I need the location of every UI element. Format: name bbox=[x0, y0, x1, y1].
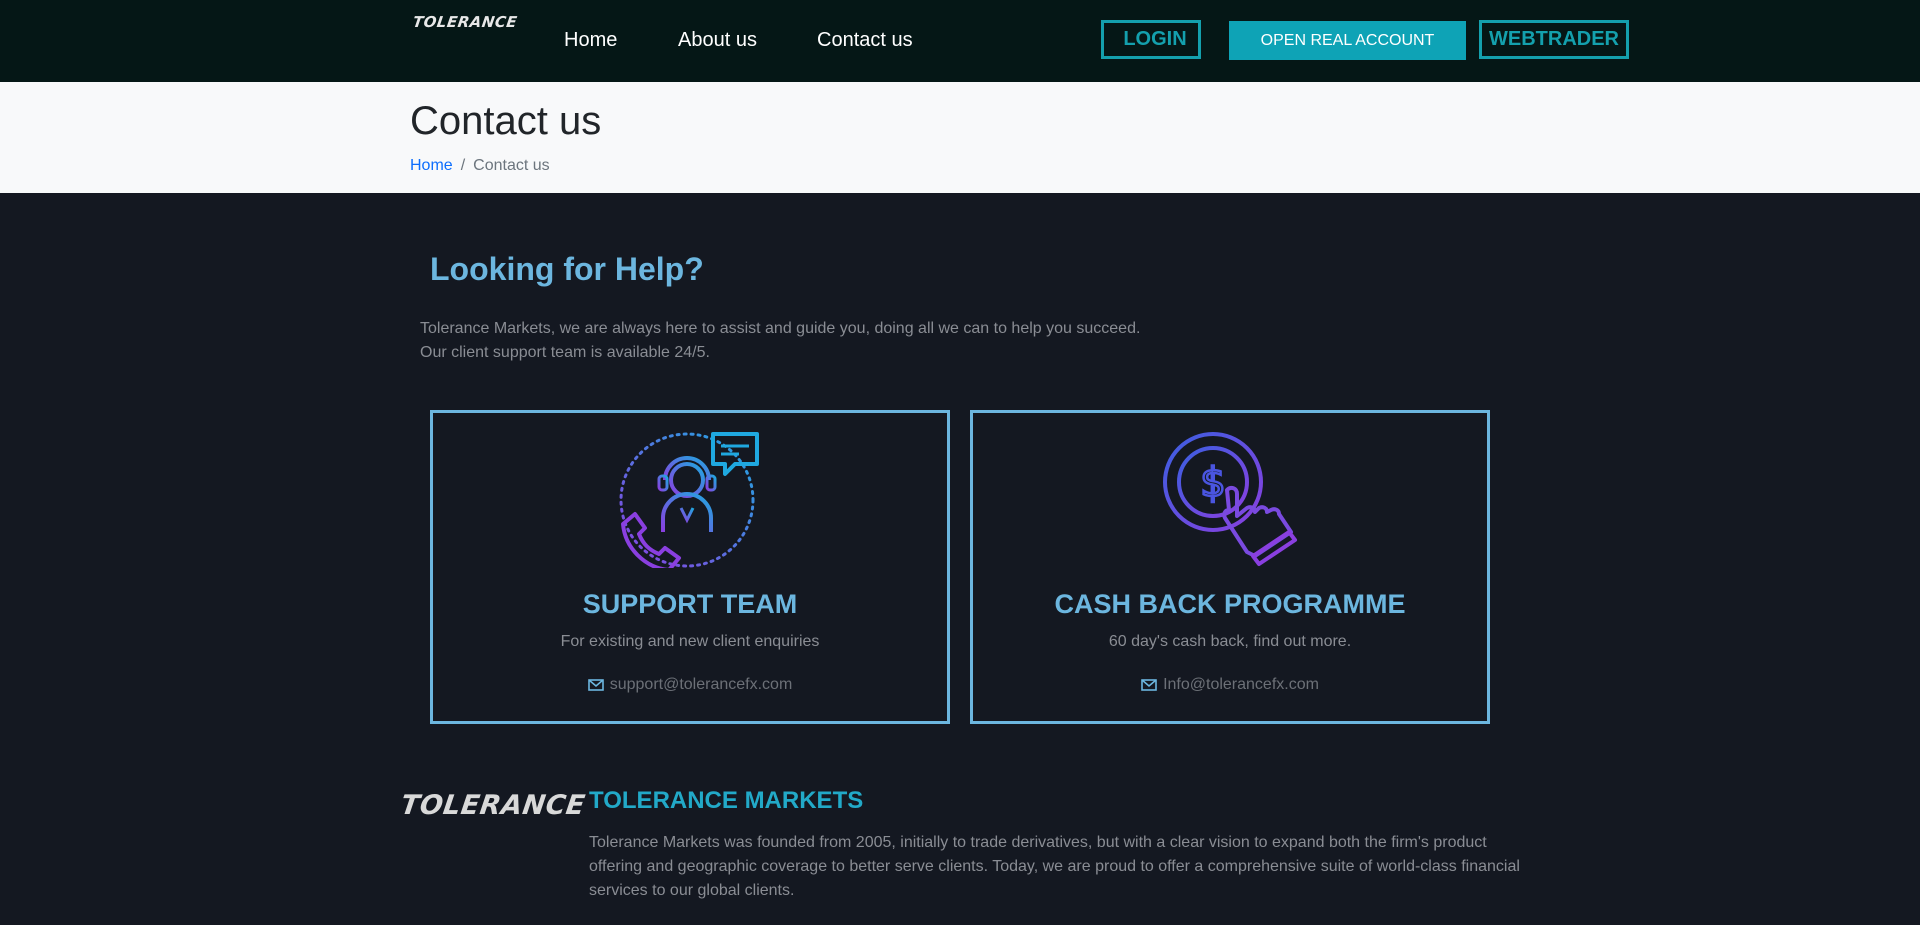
login-button[interactable]: LOGIN bbox=[1101, 20, 1201, 59]
support-team-card: SUPPORT TEAM For existing and new client… bbox=[430, 410, 950, 724]
footer-brand-logo: TOLERANCE bbox=[398, 790, 588, 821]
card-email-row: support@tolerancefx.com bbox=[433, 676, 947, 694]
breadcrumb: Home / Contact us bbox=[410, 157, 550, 175]
breadcrumb-home-link[interactable]: Home bbox=[410, 157, 453, 175]
card-title: CASH BACK PROGRAMME bbox=[1054, 589, 1406, 619]
brand-logo[interactable]: TOLERANCE bbox=[412, 13, 519, 31]
card-subtitle: 60 day's cash back, find out more. bbox=[1108, 633, 1352, 650]
envelope-icon bbox=[587, 679, 604, 691]
support-agent-icon bbox=[619, 432, 759, 568]
cashback-icon: $ bbox=[1163, 432, 1297, 566]
top-navbar: TOLERANCE Home About us Contact us LOGIN… bbox=[0, 0, 1920, 82]
help-description: Tolerance Markets, we are always here to… bbox=[420, 317, 1140, 365]
nav-link-about[interactable]: About us bbox=[678, 29, 757, 52]
company-title: TOLERANCE MARKETS bbox=[589, 787, 864, 814]
company-description: Tolerance Markets was founded from 2005,… bbox=[589, 834, 1520, 899]
card-email-row: Info@tolerancefx.com bbox=[973, 676, 1487, 694]
webtrader-button[interactable]: WEBTRADER bbox=[1479, 20, 1629, 59]
page-title: Contact us bbox=[410, 99, 602, 143]
card-subtitle: For existing and new client enquiries bbox=[560, 633, 820, 650]
info-email-link[interactable]: Info@tolerancefx.com bbox=[1163, 676, 1319, 694]
cash-back-card: $ CASH BACK PROGRAMME 60 day's cash back… bbox=[970, 410, 1490, 724]
help-line-2: Our client support team is available 24/… bbox=[420, 344, 710, 361]
envelope-icon bbox=[1141, 679, 1157, 691]
help-line-1: Tolerance Markets, we are always here to… bbox=[420, 320, 1141, 337]
breadcrumb-current: Contact us bbox=[473, 157, 550, 174]
card-title: SUPPORT TEAM bbox=[582, 589, 798, 619]
breadcrumb-separator: / bbox=[460, 157, 466, 174]
nav-link-contact[interactable]: Contact us bbox=[817, 29, 913, 52]
help-title: Looking for Help? bbox=[430, 251, 704, 287]
page-header: Contact us Home / Contact us bbox=[0, 82, 1920, 193]
open-real-account-button[interactable]: OPEN REAL ACCOUNT bbox=[1229, 21, 1466, 60]
nav-link-home[interactable]: Home bbox=[564, 29, 617, 52]
support-email-link[interactable]: support@tolerancefx.com bbox=[610, 676, 793, 694]
svg-text:$: $ bbox=[1200, 460, 1225, 506]
